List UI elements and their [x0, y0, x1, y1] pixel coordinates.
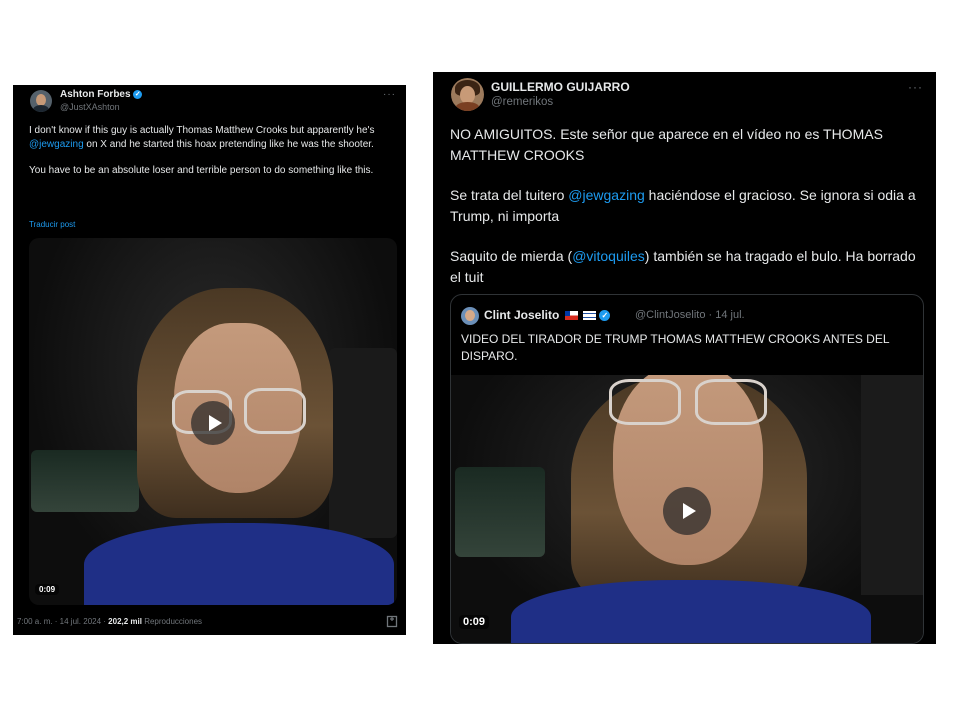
person-shirt	[84, 523, 394, 605]
quoted-handle[interactable]: @ClintJoselito · 14 jul.	[635, 309, 745, 321]
glasses-right	[695, 379, 767, 425]
verified-badge-icon: ✓	[599, 310, 611, 322]
tweet-text: I don't know if this guy is actually Tho…	[29, 124, 399, 178]
more-options-icon[interactable]: ···	[383, 89, 396, 100]
mention-link[interactable]: @jewgazing	[568, 187, 644, 203]
glasses-left	[609, 379, 681, 425]
tweet-paragraph-2: You have to be an absolute loser and ter…	[29, 165, 374, 176]
mention-link[interactable]: @jewgazing	[29, 139, 84, 150]
car-window	[455, 467, 545, 557]
car-frame	[861, 375, 923, 595]
ashton-avatar[interactable]	[30, 90, 52, 112]
quoted-author[interactable]: Clint Joselito ✓	[484, 308, 611, 322]
tweet-text: NO AMIGUITOS. Este señor que aparece en …	[450, 124, 926, 287]
tweet-paragraph-1: I don't know if this guy is actually Tho…	[29, 125, 375, 150]
left-tweet-panel: Ashton Forbes ✓ @JustXAshton ··· I don't…	[13, 85, 406, 635]
verified-badge-icon: ✓	[133, 89, 143, 99]
quoted-text: VIDEO DEL TIRADOR DE TRUMP THOMAS MATTHE…	[461, 332, 890, 363]
views-count: 202,2 mil	[108, 617, 142, 626]
mention-link[interactable]: @vitoquiles	[572, 248, 645, 264]
author-name[interactable]: Ashton Forbes ✓	[60, 89, 143, 100]
person-shirt	[511, 580, 871, 643]
car-window	[31, 450, 139, 512]
quoted-tweet[interactable]: Clint Joselito ✓ @ClintJoselito · 14 jul…	[450, 294, 924, 644]
glasses-right	[244, 388, 306, 434]
clint-avatar[interactable]	[461, 307, 479, 325]
video-duration: 0:09	[35, 584, 60, 595]
quoted-date: · 14 jul.	[705, 309, 745, 321]
guillermo-avatar[interactable]	[451, 78, 484, 111]
play-icon[interactable]	[663, 487, 711, 535]
tweet-paragraph-1: NO AMIGUITOS. Este señor que aparece en …	[450, 126, 883, 163]
car-frame	[329, 348, 397, 538]
tweet-paragraph-2: Se trata del tuitero @jewgazing haciéndo…	[450, 187, 916, 224]
author-name[interactable]: GUILLERMO GUIJARRO	[491, 80, 630, 94]
quoted-video-player[interactable]: 0:09	[451, 375, 923, 643]
tweet-paragraph-3: Saquito de mierda (@vitoquiles) también …	[450, 248, 916, 285]
video-player[interactable]: 0:09	[29, 238, 397, 605]
bookmark-icon[interactable]	[386, 615, 398, 628]
play-icon[interactable]	[191, 401, 235, 445]
tweet-meta: 7:00 a. m. · 14 jul. 2024 · 202,2 mil Re…	[17, 617, 203, 626]
video-duration: 0:09	[459, 615, 490, 629]
right-tweet-panel: GUILLERMO GUIJARRO @remerikos ··· NO AMI…	[433, 72, 936, 644]
author-handle[interactable]: @JustXAshton	[60, 102, 120, 112]
translate-link[interactable]: Traducir post	[29, 220, 75, 229]
author-handle[interactable]: @remerikos	[491, 96, 553, 108]
israel-flag-icon	[583, 311, 597, 321]
more-options-icon[interactable]: ···	[908, 80, 923, 94]
chile-flag-icon	[564, 311, 578, 321]
